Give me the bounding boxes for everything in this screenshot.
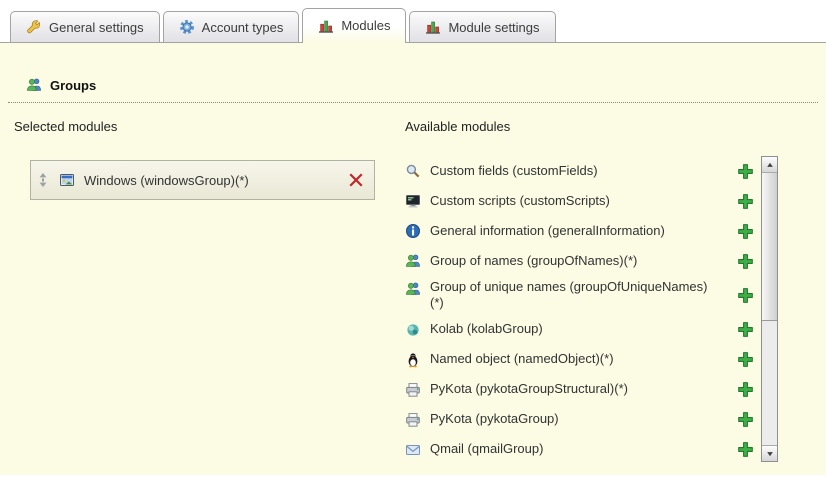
section-divider <box>8 102 818 103</box>
available-modules-list: Custom fields (customFields) Custom scri… <box>405 156 761 465</box>
add-module-button[interactable] <box>737 287 754 304</box>
plus-icon <box>737 163 754 180</box>
add-module-button[interactable] <box>737 321 754 338</box>
vertical-scrollbar[interactable] <box>761 156 778 462</box>
chart-icon <box>318 18 334 34</box>
wrench-icon <box>26 19 42 35</box>
gear-icon <box>179 19 195 35</box>
module-label: Group of unique names (groupOfUniqueName… <box>430 279 712 312</box>
printer-icon <box>405 412 421 428</box>
tab-label: General settings <box>49 20 144 35</box>
scroll-down-button[interactable] <box>762 445 777 461</box>
delete-icon <box>348 172 364 188</box>
module-label: Qmail (qmailGroup) <box>430 441 543 457</box>
module-label: PyKota (pykotaGroupStructural)(*) <box>430 381 628 397</box>
available-modules-heading: Available modules <box>405 119 778 135</box>
terminal-icon <box>405 193 421 209</box>
selected-modules-column: Selected modules Windows (windowsGroup)(… <box>14 119 405 465</box>
drag-handle-icon[interactable] <box>37 172 49 188</box>
mail-icon <box>405 442 421 458</box>
modules-panel: Groups Selected modules Windows (windows… <box>0 42 826 475</box>
plus-icon <box>737 351 754 368</box>
add-module-button[interactable] <box>737 193 754 210</box>
list-item: General information (generalInformation) <box>405 216 761 246</box>
arrow-down-icon <box>765 449 775 459</box>
group-icon <box>405 253 421 269</box>
group-icon <box>26 77 42 93</box>
module-label: Group of names (groupOfNames)(*) <box>430 253 637 269</box>
plus-icon <box>737 223 754 240</box>
list-item: PyKota (pykotaGroupStructural)(*) <box>405 375 761 405</box>
module-label: PyKota (pykotaGroup) <box>430 411 559 427</box>
plus-icon <box>737 287 754 304</box>
magnifier-icon <box>405 163 421 179</box>
list-item: Custom scripts (customScripts) <box>405 186 761 216</box>
module-label: General information (generalInformation) <box>430 223 665 239</box>
selected-module-row[interactable]: Windows (windowsGroup)(*) <box>30 160 375 200</box>
tab-label: Module settings <box>448 20 539 35</box>
tab-modules[interactable]: Modules <box>302 8 406 42</box>
module-label: Custom fields (customFields) <box>430 163 598 179</box>
modules-columns: Selected modules Windows (windowsGroup)(… <box>0 119 826 465</box>
module-label: Named object (namedObject)(*) <box>430 351 614 367</box>
list-item: Kolab (kolabGroup) <box>405 315 761 345</box>
arrow-up-icon <box>765 160 775 170</box>
plus-icon <box>737 193 754 210</box>
module-label: Kolab (kolabGroup) <box>430 321 543 337</box>
selected-module-label: Windows (windowsGroup)(*) <box>84 173 249 188</box>
section-title: Groups <box>50 78 96 93</box>
list-item: Group of names (groupOfNames)(*) <box>405 246 761 276</box>
list-item: Custom fields (customFields) <box>405 156 761 186</box>
plus-icon <box>737 411 754 428</box>
add-module-button[interactable] <box>737 253 754 270</box>
plus-icon <box>737 253 754 270</box>
tab-label: Modules <box>341 18 390 33</box>
tab-general-settings[interactable]: General settings <box>10 11 160 42</box>
list-item: Qmail (qmailGroup) <box>405 435 761 465</box>
plus-icon <box>737 321 754 338</box>
selected-modules-heading: Selected modules <box>14 119 405 135</box>
add-module-button[interactable] <box>737 351 754 368</box>
add-module-button[interactable] <box>737 163 754 180</box>
group-icon <box>405 281 421 297</box>
add-module-button[interactable] <box>737 381 754 398</box>
scrollbar-thumb[interactable] <box>762 173 777 321</box>
plus-icon <box>737 441 754 458</box>
scroll-up-button[interactable] <box>762 157 777 173</box>
available-modules-list-wrap: Custom fields (customFields) Custom scri… <box>405 156 778 465</box>
add-module-button[interactable] <box>737 441 754 458</box>
printer-icon <box>405 382 421 398</box>
tab-bar: General settings Account types Modules M… <box>0 0 826 42</box>
windows-module-icon <box>59 172 75 188</box>
tab-account-types[interactable]: Account types <box>163 11 300 42</box>
section-header: Groups <box>0 43 826 93</box>
remove-module-button[interactable] <box>348 172 364 188</box>
chart-icon <box>425 19 441 35</box>
module-label: Custom scripts (customScripts) <box>430 193 610 209</box>
add-module-button[interactable] <box>737 223 754 240</box>
plus-icon <box>737 381 754 398</box>
penguin-icon <box>405 352 421 368</box>
kolab-icon <box>405 322 421 338</box>
tab-label: Account types <box>202 20 284 35</box>
list-item: Named object (namedObject)(*) <box>405 345 761 375</box>
available-modules-column: Available modules Custom fields (customF… <box>405 119 826 465</box>
info-icon <box>405 223 421 239</box>
add-module-button[interactable] <box>737 411 754 428</box>
list-item: PyKota (pykotaGroup) <box>405 405 761 435</box>
tab-module-settings[interactable]: Module settings <box>409 11 555 42</box>
list-item: Group of unique names (groupOfUniqueName… <box>405 276 761 315</box>
